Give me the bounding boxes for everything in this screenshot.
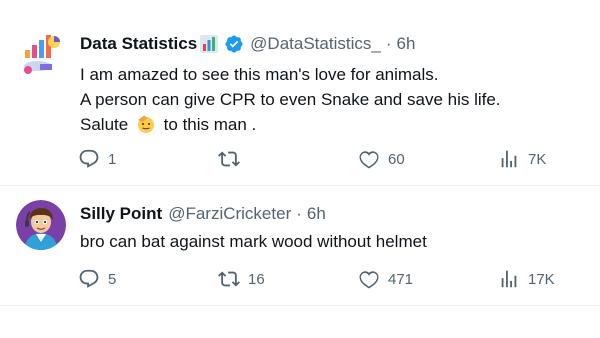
tweet-header: Data Statistics @DataStatistics_ · 6h bbox=[80, 34, 415, 54]
views-button[interactable]: 17K bbox=[498, 268, 555, 290]
data-statistics-logo bbox=[16, 30, 66, 80]
like-icon bbox=[359, 271, 379, 289]
like-count: 471 bbox=[388, 270, 414, 288]
saluting-face-emoji bbox=[137, 115, 154, 133]
like-button[interactable]: 60 bbox=[358, 148, 405, 170]
reply-count: 5 bbox=[108, 270, 117, 288]
retweet-icon bbox=[218, 271, 240, 287]
author-name[interactable]: Data Statistics bbox=[80, 34, 197, 54]
bar-chart-emoji bbox=[200, 35, 219, 53]
timestamp[interactable]: 6h bbox=[396, 34, 415, 54]
retweet-button[interactable] bbox=[218, 148, 248, 170]
retweet-icon bbox=[218, 151, 240, 167]
tweet-text-line: A person can give CPR to even Snake and … bbox=[80, 90, 501, 109]
tweet[interactable]: Data Statistics @DataStatistics_ · 6h I … bbox=[0, 0, 600, 186]
cartoon-cricketer-avatar bbox=[16, 200, 66, 250]
like-icon bbox=[359, 151, 379, 169]
like-count: 60 bbox=[388, 150, 405, 168]
reply-button[interactable]: 1 bbox=[78, 148, 116, 170]
avatar[interactable] bbox=[16, 200, 66, 250]
tweet-actions: 5 16 471 17K bbox=[78, 268, 558, 292]
timestamp[interactable]: 6h bbox=[307, 204, 326, 224]
tweet-text-segment: to this man . bbox=[163, 115, 257, 134]
tweet-text: bro can bat against mark wood without he… bbox=[80, 229, 427, 254]
author-handle[interactable]: @FarziCricketer bbox=[168, 204, 291, 224]
retweet-button[interactable]: 16 bbox=[218, 268, 265, 290]
tweet-text-line: Salute to this man . bbox=[80, 112, 501, 137]
author-handle[interactable]: @DataStatistics_ bbox=[250, 34, 381, 54]
tweet-header: Silly Point @FarziCricketer · 6h bbox=[80, 204, 326, 224]
verified-badge-icon[interactable] bbox=[224, 34, 244, 54]
tweet-text-line: I am amazed to see this man's love for a… bbox=[80, 65, 439, 84]
tweet-text-line: bro can bat against mark wood without he… bbox=[80, 232, 427, 251]
reply-count: 1 bbox=[108, 150, 117, 168]
reply-icon bbox=[79, 149, 99, 168]
tweet-text-segment: Salute bbox=[80, 115, 129, 134]
like-button[interactable]: 471 bbox=[358, 268, 413, 290]
view-count: 17K bbox=[528, 270, 555, 288]
tweet-actions: 1 60 7K bbox=[78, 148, 558, 172]
avatar[interactable] bbox=[16, 30, 66, 80]
tweet-text: I am amazed to see this man's love for a… bbox=[80, 62, 501, 137]
view-count: 7K bbox=[528, 150, 547, 168]
views-icon bbox=[501, 150, 517, 168]
reply-icon bbox=[79, 269, 99, 288]
tweet[interactable]: Silly Point @FarziCricketer · 6h bro can… bbox=[0, 186, 600, 306]
retweet-count: 16 bbox=[248, 270, 265, 288]
separator-dot: · bbox=[385, 34, 392, 53]
views-button[interactable]: 7K bbox=[498, 148, 546, 170]
views-icon bbox=[501, 270, 517, 288]
separator-dot: · bbox=[296, 204, 302, 223]
author-name[interactable]: Silly Point bbox=[80, 204, 162, 224]
reply-button[interactable]: 5 bbox=[78, 268, 116, 290]
